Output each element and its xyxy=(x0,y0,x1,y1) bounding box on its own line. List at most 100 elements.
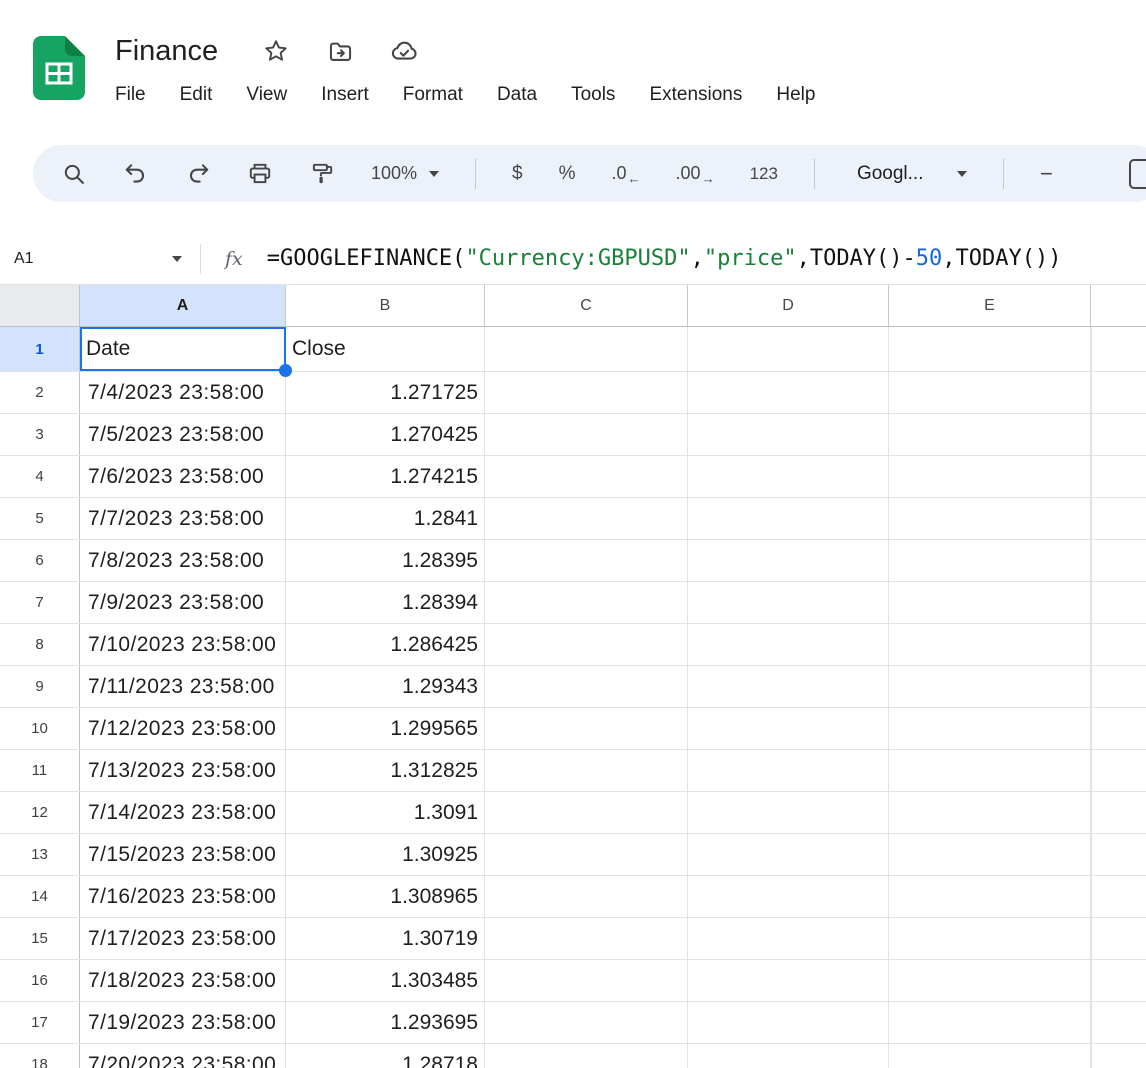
row-header[interactable]: 3 xyxy=(0,414,80,455)
font-size-input[interactable] xyxy=(1128,158,1146,189)
cell-close[interactable]: 1.30719 xyxy=(286,918,485,959)
cell-empty[interactable] xyxy=(1091,498,1092,539)
cell-empty[interactable] xyxy=(889,414,1091,455)
move-folder-icon[interactable] xyxy=(326,37,354,65)
menu-view[interactable]: View xyxy=(246,84,287,106)
cell-empty[interactable] xyxy=(889,372,1091,413)
cell-date[interactable]: 7/17/2023 23:58:00 xyxy=(80,918,286,959)
row-header[interactable]: 13 xyxy=(0,834,80,875)
row-header[interactable]: 8 xyxy=(0,624,80,665)
row-header[interactable]: 4 xyxy=(0,456,80,497)
cell-empty[interactable] xyxy=(1091,1002,1092,1043)
row-header[interactable]: 12 xyxy=(0,792,80,833)
menu-extensions[interactable]: Extensions xyxy=(649,84,742,106)
cell-date[interactable]: 7/4/2023 23:58:00 xyxy=(80,372,286,413)
cell-empty[interactable] xyxy=(688,918,889,959)
formula-input[interactable]: =GOOGLEFINANCE("Currency:GBPUSD","price"… xyxy=(267,246,1146,271)
search-icon[interactable] xyxy=(61,161,87,187)
cell-empty[interactable] xyxy=(889,1044,1091,1068)
cell-empty[interactable] xyxy=(688,708,889,749)
undo-icon[interactable] xyxy=(123,161,149,187)
cell-empty[interactable] xyxy=(688,960,889,1001)
cell-empty[interactable] xyxy=(688,327,889,371)
cell-empty[interactable] xyxy=(688,624,889,665)
cell-empty[interactable] xyxy=(1091,624,1092,665)
fill-handle[interactable] xyxy=(279,364,292,377)
font-size-decrease-button[interactable]: − xyxy=(1040,161,1053,187)
cell-empty[interactable] xyxy=(1091,540,1092,581)
row-header[interactable]: 10 xyxy=(0,708,80,749)
cell-empty[interactable] xyxy=(485,372,688,413)
document-title[interactable]: Finance xyxy=(115,35,218,68)
cell-empty[interactable] xyxy=(889,456,1091,497)
cell-empty[interactable] xyxy=(889,327,1091,371)
cell-close[interactable]: 1.3091 xyxy=(286,792,485,833)
cell-close[interactable]: 1.271725 xyxy=(286,372,485,413)
cell-empty[interactable] xyxy=(485,834,688,875)
cell-empty[interactable] xyxy=(889,582,1091,623)
cell-empty[interactable] xyxy=(1091,666,1092,707)
cell-date[interactable]: 7/6/2023 23:58:00 xyxy=(80,456,286,497)
cell-empty[interactable] xyxy=(485,327,688,371)
cell-date[interactable]: 7/10/2023 23:58:00 xyxy=(80,624,286,665)
cell-empty[interactable] xyxy=(688,1002,889,1043)
cell-date[interactable]: 7/18/2023 23:58:00 xyxy=(80,960,286,1001)
cell-empty[interactable] xyxy=(485,792,688,833)
cell-empty[interactable] xyxy=(1091,792,1092,833)
cell-empty[interactable] xyxy=(1091,834,1092,875)
cell-close[interactable]: 1.293695 xyxy=(286,1002,485,1043)
decrease-decimal-button[interactable]: .0 ← xyxy=(612,163,641,186)
menu-data[interactable]: Data xyxy=(497,84,537,106)
paint-format-icon[interactable] xyxy=(309,161,335,187)
more-formats-button[interactable]: 123 xyxy=(750,164,778,184)
cell-empty[interactable] xyxy=(889,498,1091,539)
cell-close[interactable]: 1.28718 xyxy=(286,1044,485,1068)
font-select[interactable]: Googl... xyxy=(857,163,967,185)
redo-icon[interactable] xyxy=(185,161,211,187)
cell-close[interactable]: 1.274215 xyxy=(286,456,485,497)
row-header-1[interactable]: 1 xyxy=(0,327,80,371)
row-header[interactable]: 2 xyxy=(0,372,80,413)
cell-empty[interactable] xyxy=(1091,372,1092,413)
column-header-e[interactable]: E xyxy=(889,285,1091,326)
cell-empty[interactable] xyxy=(688,540,889,581)
cell-empty[interactable] xyxy=(688,792,889,833)
cell-empty[interactable] xyxy=(1091,1044,1092,1068)
row-header[interactable]: 14 xyxy=(0,876,80,917)
cloud-status-icon[interactable] xyxy=(390,37,418,65)
cell-close[interactable]: 1.28395 xyxy=(286,540,485,581)
cell-empty[interactable] xyxy=(485,918,688,959)
column-header-partial[interactable] xyxy=(1091,285,1146,326)
row-header[interactable]: 9 xyxy=(0,666,80,707)
cell-empty[interactable] xyxy=(485,540,688,581)
row-header[interactable]: 18 xyxy=(0,1044,80,1068)
cell-date[interactable]: 7/14/2023 23:58:00 xyxy=(80,792,286,833)
cell-close[interactable]: 1.30925 xyxy=(286,834,485,875)
name-box[interactable]: A1 xyxy=(14,250,200,268)
menu-edit[interactable]: Edit xyxy=(180,84,213,106)
cell-close[interactable]: 1.29343 xyxy=(286,666,485,707)
cell-empty[interactable] xyxy=(485,1002,688,1043)
cell-empty[interactable] xyxy=(688,834,889,875)
cell-date[interactable]: 7/7/2023 23:58:00 xyxy=(80,498,286,539)
cell-date[interactable]: 7/5/2023 23:58:00 xyxy=(80,414,286,455)
format-percent-button[interactable]: % xyxy=(559,163,576,185)
cell-close[interactable]: 1.286425 xyxy=(286,624,485,665)
cell-close[interactable]: 1.303485 xyxy=(286,960,485,1001)
cell-close[interactable]: 1.312825 xyxy=(286,750,485,791)
sheets-logo-icon[interactable] xyxy=(33,36,85,100)
cell-empty[interactable] xyxy=(485,414,688,455)
star-icon[interactable] xyxy=(262,37,290,65)
cell-empty[interactable] xyxy=(889,540,1091,581)
cell-empty[interactable] xyxy=(485,624,688,665)
cell-empty[interactable] xyxy=(889,876,1091,917)
cell-empty[interactable] xyxy=(1091,750,1092,791)
cell-empty[interactable] xyxy=(889,1002,1091,1043)
cell-empty[interactable] xyxy=(485,876,688,917)
cell-close[interactable]: 1.270425 xyxy=(286,414,485,455)
row-header[interactable]: 5 xyxy=(0,498,80,539)
increase-decimal-button[interactable]: .00 → xyxy=(676,163,715,186)
row-header[interactable]: 11 xyxy=(0,750,80,791)
cell-empty[interactable] xyxy=(688,414,889,455)
cell-date[interactable]: 7/15/2023 23:58:00 xyxy=(80,834,286,875)
